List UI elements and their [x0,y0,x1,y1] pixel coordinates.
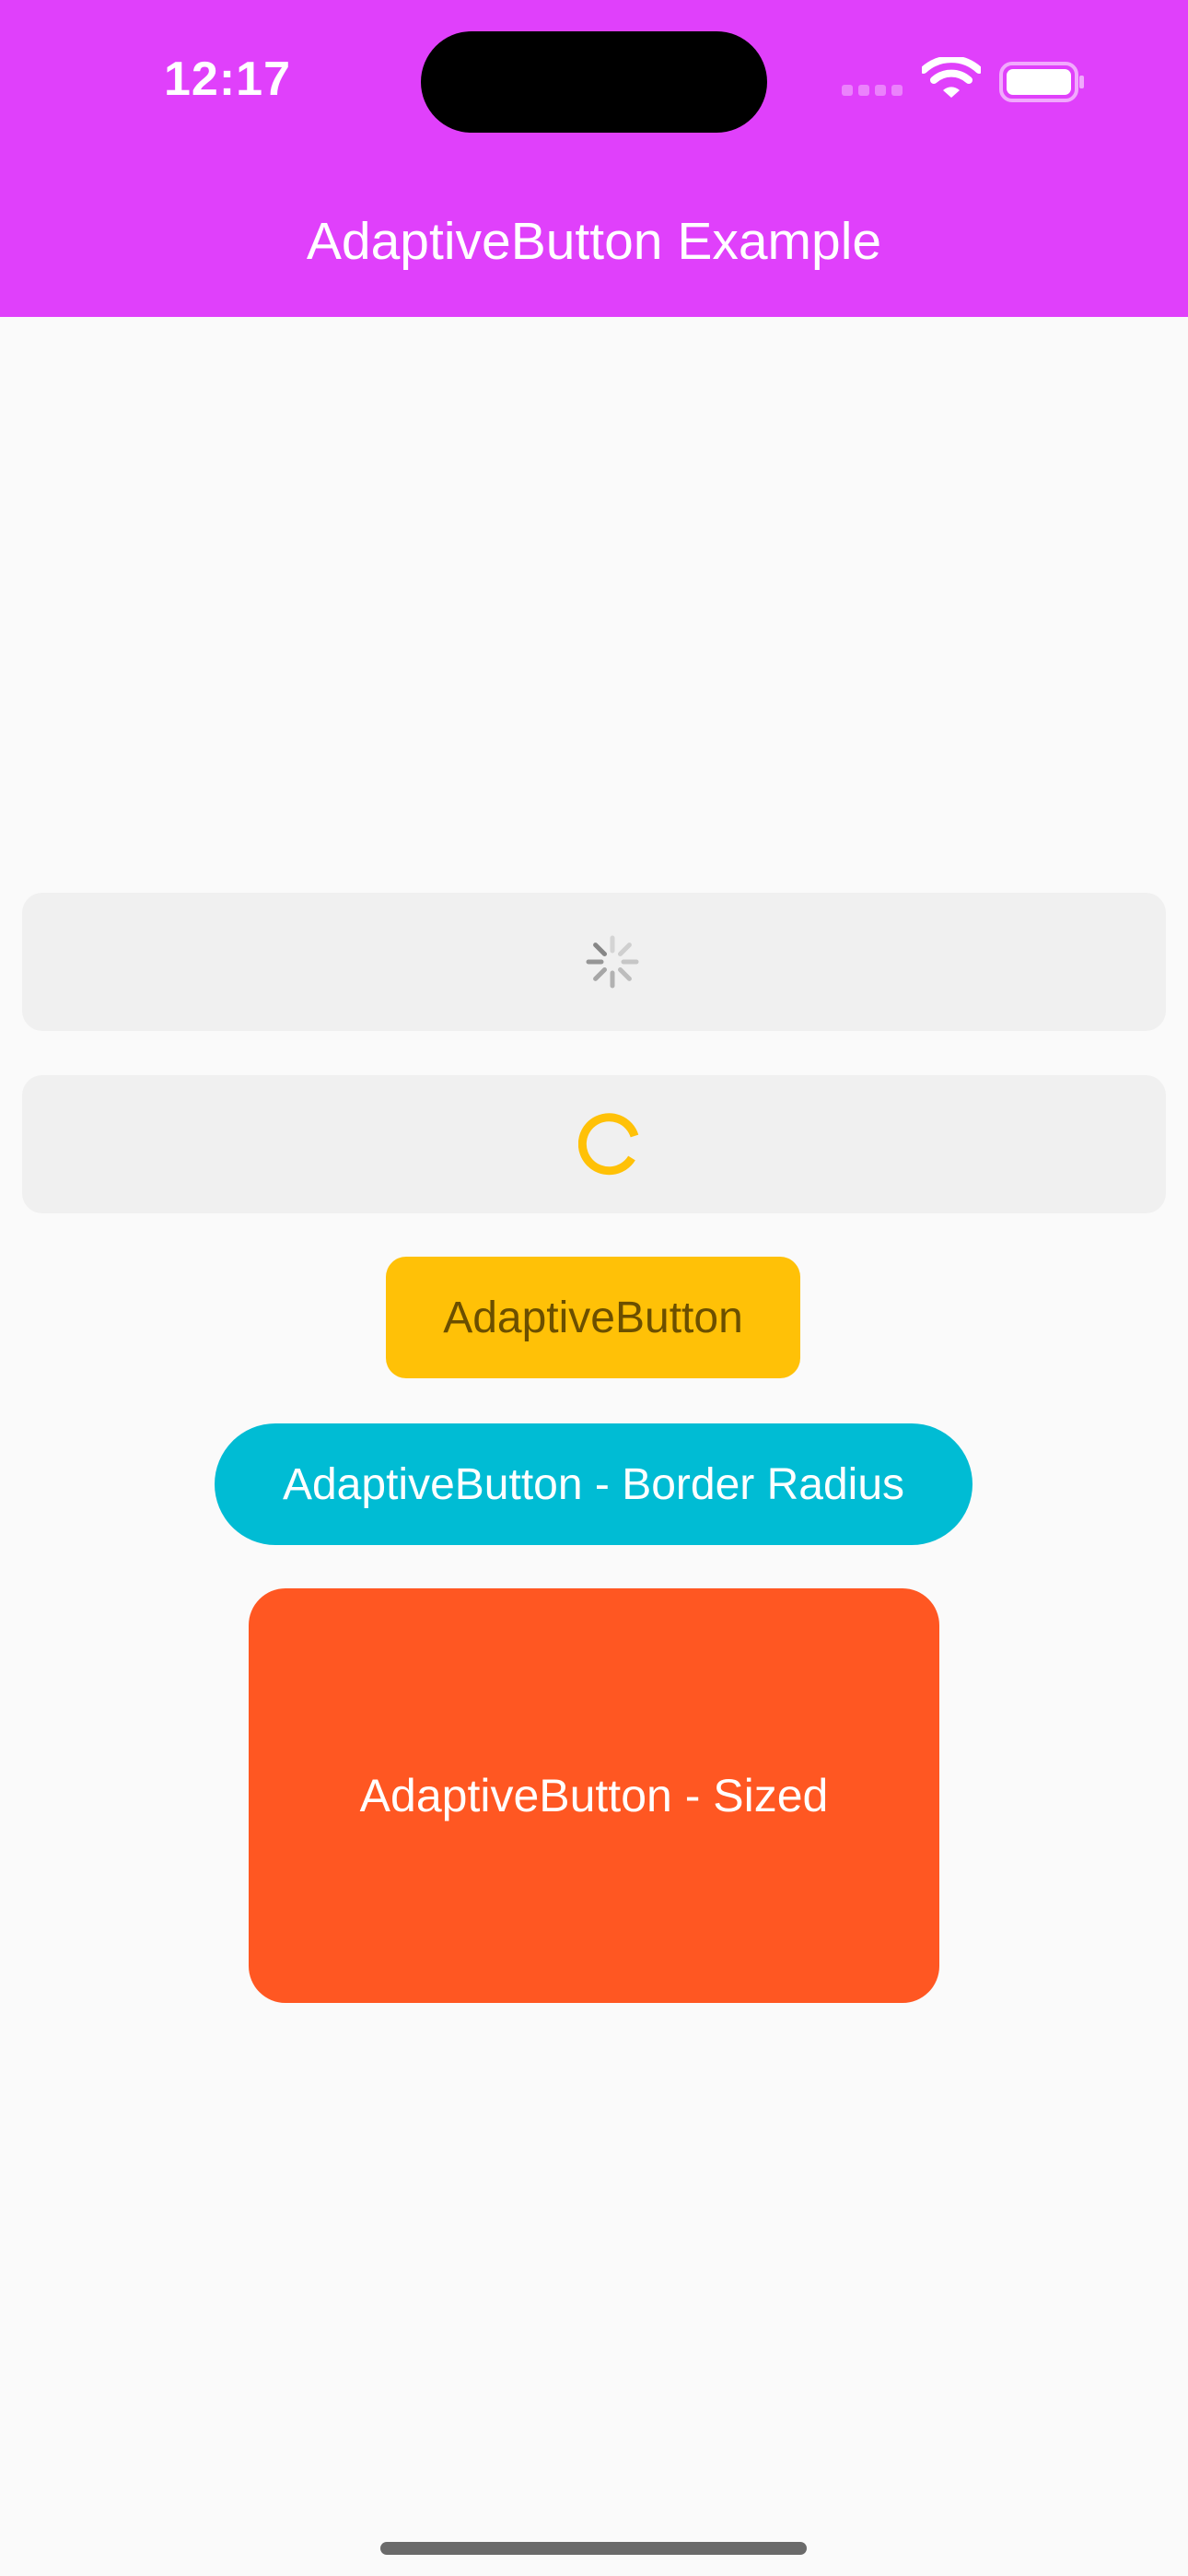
adaptive-button-sized[interactable]: AdaptiveButton - Sized [249,1588,939,2003]
battery-icon [999,62,1084,102]
home-indicator[interactable] [380,2542,807,2555]
adaptive-button-border-radius[interactable]: AdaptiveButton - Border Radius [215,1423,973,1545]
circular-progress-icon [578,1113,639,1176]
adaptive-button[interactable]: AdaptiveButton [386,1257,800,1378]
app-bar: 12:17 AdaptiveButton Example [0,0,1188,317]
dynamic-island [421,31,767,133]
wifi-icon [922,57,981,98]
loading-button-material[interactable] [22,1075,1166,1213]
page-title: AdaptiveButton Example [306,212,882,271]
status-time: 12:17 [164,53,291,106]
activity-indicator-icon [586,935,639,989]
loading-button-cupertino[interactable] [22,893,1166,1031]
